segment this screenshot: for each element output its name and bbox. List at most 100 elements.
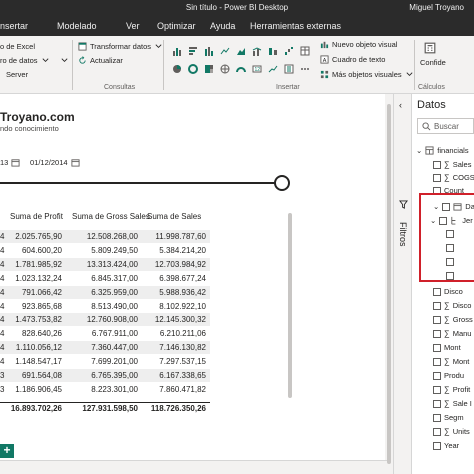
field-item[interactable]: ∑ Sales [433, 160, 471, 169]
calendar-icon[interactable] [11, 158, 20, 167]
tab-ayuda[interactable]: Ayuda [210, 21, 235, 31]
field-checkbox[interactable] [433, 329, 441, 338]
date-slider-handle[interactable] [274, 175, 290, 191]
table-scrollbar[interactable] [288, 213, 292, 398]
date-start-field[interactable]: 13 [0, 156, 20, 169]
field-checkbox[interactable] [433, 427, 441, 436]
field-checkbox[interactable] [433, 399, 441, 408]
table-visual-icon[interactable] [300, 46, 310, 56]
tab-optimizar[interactable]: Optimizar [157, 21, 196, 31]
table-row[interactable]: 4 1.781.985,92 13.313.424,00 12.703.984,92 [0, 257, 210, 271]
column-chart-icon[interactable] [188, 46, 198, 56]
donut-chart-icon[interactable] [188, 64, 198, 74]
map-icon[interactable] [220, 64, 230, 74]
field-checkbox[interactable] [433, 301, 441, 310]
confidentiality-button[interactable]: Confide [420, 58, 446, 67]
search-input[interactable]: Buscar [417, 118, 474, 134]
table-row[interactable]: 4 828.640,26 6.767.911,00 6.210.211,06 [0, 327, 210, 340]
server-button[interactable]: Server [0, 70, 28, 79]
collapse-left-icon[interactable]: ‹ [399, 100, 402, 110]
canvas-scrollbar[interactable] [385, 94, 393, 474]
table-row[interactable]: 4 2.025.765,90 12.508.268,00 11.998.787,60 [0, 230, 210, 243]
field-item[interactable]: ∑ COGS [433, 173, 474, 182]
calendar-icon[interactable] [70, 158, 80, 167]
header-profit[interactable]: Suma de Profit [10, 212, 63, 221]
field-item[interactable]: Disco [433, 287, 463, 296]
combo-chart-icon[interactable] [252, 46, 262, 56]
line-chart-icon[interactable] [220, 46, 230, 56]
area-chart-icon[interactable] [236, 46, 246, 56]
text-box-button[interactable]: A Cuadro de texto [320, 55, 385, 64]
field-item[interactable]: Produ [433, 371, 464, 380]
more-visuals-icon[interactable] [300, 64, 310, 74]
treemap-icon[interactable] [204, 64, 214, 74]
new-visual-button[interactable]: Nuevo objeto visual [320, 40, 397, 49]
field-checkbox[interactable] [433, 413, 441, 422]
tab-modelado[interactable]: Modelado [57, 21, 97, 31]
sigma-icon: ∑ [444, 427, 450, 436]
date-end-field[interactable]: 01/12/2014 [30, 156, 80, 169]
field-checkbox[interactable] [433, 160, 441, 169]
field-checkbox[interactable] [433, 343, 441, 352]
total-gross: 127.931.598,50 [82, 404, 138, 413]
table-row[interactable]: 4 1.110.056,12 7.360.447,00 7.146.130,82 [0, 341, 210, 355]
field-item[interactable]: ∑ Gross [433, 315, 473, 324]
filters-pane[interactable]: ‹ Filtros [393, 94, 412, 474]
field-checkbox[interactable] [433, 371, 441, 380]
field-item[interactable]: ⌄ financials [416, 146, 469, 155]
header-gross-sales[interactable]: Suma de Gross Sales [72, 212, 150, 221]
field-label: Year [444, 441, 460, 450]
field-item[interactable]: Segm [433, 413, 464, 422]
datos-dropdown[interactable]: ro de datos [0, 56, 50, 65]
more-visuals-button[interactable]: Más objetos visuales [320, 70, 414, 79]
field-checkbox[interactable] [433, 441, 441, 450]
card-icon[interactable]: 12 [252, 64, 262, 74]
calculator-icon[interactable] [424, 42, 436, 54]
tab-insertar[interactable]: nsertar [0, 21, 28, 31]
field-checkbox[interactable] [433, 287, 441, 296]
refresh-button[interactable]: Actualizar [78, 56, 123, 65]
transform-data-button[interactable]: Transformar datos [78, 42, 163, 51]
table-row[interactable]: 4 1.473.753,82 12.760.908,00 12.145.300,32 [0, 313, 210, 327]
add-page-button[interactable]: + [0, 444, 14, 458]
field-item[interactable]: ∑ Disco [433, 301, 471, 310]
cell-sales: 7.297.537,15 [159, 357, 206, 367]
slicer-icon[interactable] [284, 64, 294, 74]
field-item[interactable]: ∑ Mont [433, 357, 469, 366]
date-slider-track[interactable] [0, 182, 282, 184]
stacked-bar-icon[interactable] [204, 46, 214, 56]
field-item[interactable]: ∑ Units [433, 427, 470, 436]
excel-button[interactable]: o de Excel [0, 42, 35, 51]
cell-profit: 791.066,42 [21, 287, 62, 297]
ribbon-chart-icon[interactable] [268, 46, 278, 56]
field-item[interactable]: ∑ Manu [433, 329, 471, 338]
field-item[interactable]: ∑ Profit [433, 385, 470, 394]
header-sales[interactable]: Suma de Sales [147, 212, 201, 221]
chevron-down-icon [406, 72, 413, 77]
canvas-scrollbar-thumb[interactable] [387, 104, 391, 464]
waterfall-chart-icon[interactable] [284, 46, 294, 56]
table-row[interactable]: 3 691.564,08 6.765.395,00 6.167.338,65 [0, 369, 210, 382]
field-checkbox[interactable] [433, 315, 441, 324]
field-item[interactable]: ∑ Sale I [433, 399, 472, 408]
tab-ver[interactable]: Ver [126, 21, 140, 31]
field-checkbox[interactable] [433, 357, 441, 366]
pie-chart-icon[interactable] [172, 64, 182, 74]
more-sources-button[interactable] [60, 56, 69, 65]
field-item[interactable]: Mont [433, 343, 461, 352]
gauge-icon[interactable] [236, 64, 246, 74]
user-name[interactable]: Miguel Troyano [409, 3, 464, 12]
tab-herramientas-externas[interactable]: Herramientas externas [250, 21, 341, 31]
kpi-icon[interactable] [268, 64, 278, 74]
chevron-down-icon[interactable]: ⌄ [416, 146, 422, 155]
table-row[interactable]: 4 923.865,68 8.513.490,00 8.102.922,10 [0, 300, 210, 313]
table-row[interactable]: 4 604.600,20 5.809.249,50 5.384.214,20 [0, 244, 210, 257]
field-checkbox[interactable] [433, 385, 441, 394]
field-item[interactable]: Year [433, 441, 459, 450]
table-row[interactable]: 4 1.148.547,17 7.699.201,00 7.297.537,15 [0, 355, 210, 368]
table-row[interactable]: 4 1.023.132,24 6.845.317,00 6.398.677,24 [0, 272, 210, 285]
bar-chart-icon[interactable] [172, 46, 182, 56]
table-row[interactable]: 3 1.186.906,45 8.223.301,00 7.860.471,82 [0, 383, 210, 396]
table-row[interactable]: 4 791.066,42 6.325.959,00 5.988.936,42 [0, 285, 210, 299]
field-checkbox[interactable] [433, 173, 441, 182]
